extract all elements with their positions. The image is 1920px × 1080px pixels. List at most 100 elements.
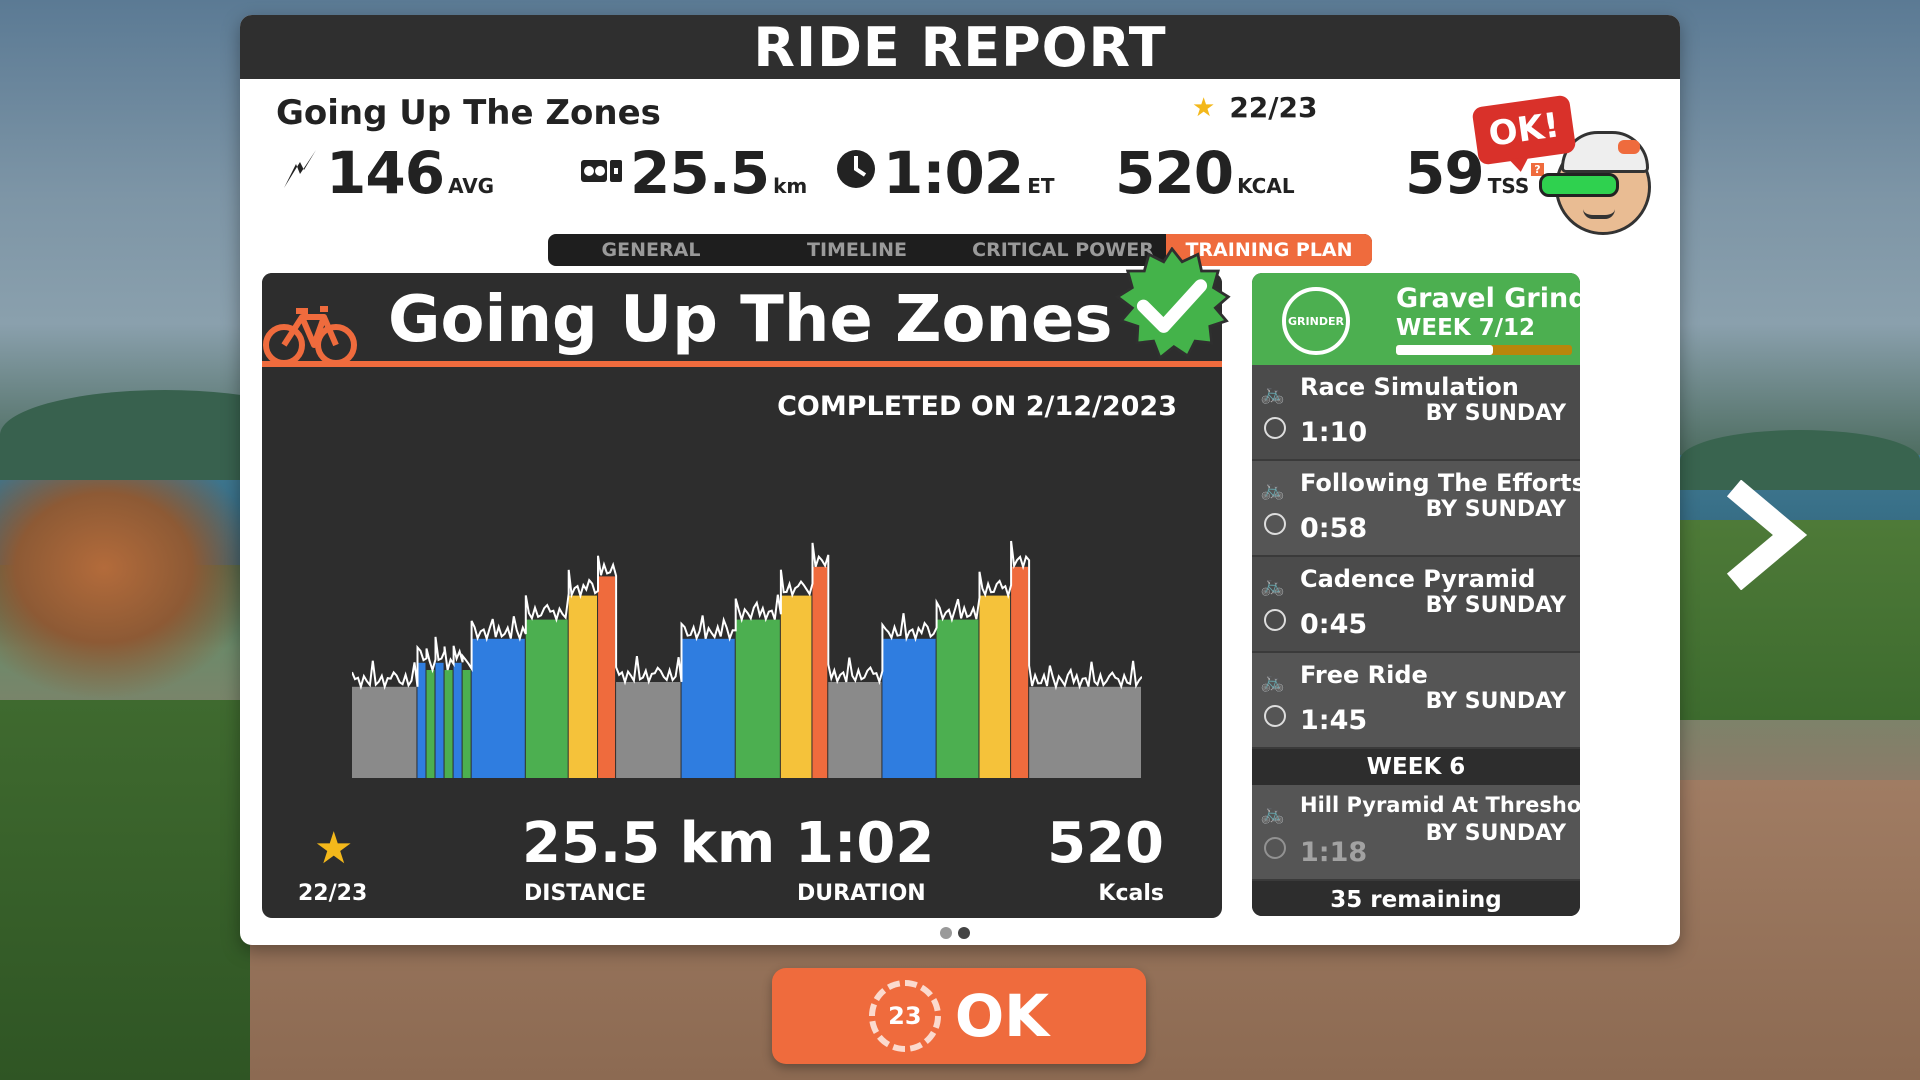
- stat-distance: 25.5 km: [580, 139, 807, 207]
- tss-value: 59: [1405, 139, 1485, 207]
- plan-item-due: BY SUNDAY: [1425, 821, 1566, 846]
- workout-duration-value: 1:02: [795, 811, 935, 876]
- plan-item-time: 0:45: [1300, 609, 1368, 640]
- tab-timeline[interactable]: TIMELINE: [754, 234, 960, 266]
- calories-unit: KCAL: [1237, 174, 1295, 198]
- plan-remaining: 35 remaining: [1252, 884, 1580, 916]
- plan-item[interactable]: 🚲 Free Ride 1:45 BY SUNDAY: [1252, 653, 1580, 749]
- avatar-glasses: [1539, 173, 1619, 197]
- plan-item[interactable]: 🚲 Following The Efforts 0:58 BY SUNDAY: [1252, 461, 1580, 557]
- plan-item-name: Free Ride: [1300, 661, 1428, 689]
- elapsed-unit: ET: [1027, 174, 1055, 198]
- zone-bar-gray: [616, 682, 681, 778]
- ride-summary: Going Up The Zones ★ 22/23 146 AVG 25.5 …: [240, 79, 1680, 274]
- page-dot[interactable]: [940, 927, 952, 939]
- plan-logo: GRINDER: [1282, 287, 1350, 355]
- plan-week-heading: WEEK 6: [1252, 749, 1580, 785]
- power-unit: AVG: [448, 174, 495, 198]
- bike-distance-icon: [580, 151, 624, 195]
- zone-bar-blue: [453, 662, 462, 778]
- plan-item[interactable]: 🚲 Race Simulation 1:10 BY SUNDAY: [1252, 365, 1580, 461]
- completed-check-icon: [1115, 247, 1231, 361]
- plan-progress-fill: [1396, 345, 1493, 355]
- zone-bar-blue: [435, 662, 444, 778]
- plan-item-due: BY SUNDAY: [1425, 593, 1566, 618]
- workout-distance-value: 25.5 km: [522, 811, 776, 876]
- bike-icon: 🚲: [1260, 477, 1285, 501]
- level-badge-icon: 23: [868, 980, 941, 1052]
- report-tabs: GENERAL TIMELINE CRITICAL POWER TRAINING…: [548, 234, 1372, 266]
- plan-item-time: 1:18: [1300, 837, 1368, 868]
- zone-bar-green: [735, 619, 780, 778]
- bike-icon: [262, 303, 358, 371]
- zone-bar-blue: [681, 638, 735, 778]
- zone-bar-orange: [598, 576, 616, 778]
- zone-bar-yellow: [780, 595, 812, 778]
- completed-date: COMPLETED ON 2/12/2023: [777, 391, 1177, 422]
- plan-item-due: BY SUNDAY: [1425, 689, 1566, 714]
- plan-item[interactable]: 🚲 Cadence Pyramid 0:45 BY SUNDAY: [1252, 557, 1580, 653]
- stopwatch-icon: [1264, 417, 1286, 439]
- stars-summary: ★ 22/23: [1192, 91, 1317, 124]
- stopwatch-icon: [1264, 705, 1286, 727]
- distance-unit: km: [773, 174, 808, 198]
- stopwatch-icon: [1264, 513, 1286, 535]
- zone-bar-gray: [352, 686, 417, 778]
- star-icon: ★: [1192, 92, 1216, 123]
- report-title: RIDE REPORT: [753, 15, 1167, 79]
- zone-bar-gray: [1029, 686, 1141, 778]
- plan-item[interactable]: 🚲 Hill Pyramid At Threshold 1:18 BY SUND…: [1252, 785, 1580, 881]
- star-icon: ★: [314, 823, 354, 874]
- zone-bar-green: [462, 670, 471, 778]
- workout-duration-label: DURATION: [797, 881, 926, 906]
- zone-bar-orange: [812, 566, 828, 778]
- avatar-speech-bubble: OK!: [1471, 94, 1577, 166]
- plan-item-time: 1:10: [1300, 417, 1368, 448]
- page-dot-active[interactable]: [958, 927, 970, 939]
- ride-name: Going Up The Zones: [276, 93, 661, 133]
- zone-bar-blue: [417, 662, 426, 778]
- stopwatch-icon: [1264, 837, 1286, 859]
- plan-progress-bar: [1396, 345, 1572, 355]
- workout-calories-label: Kcals: [1098, 881, 1164, 906]
- zone-bar-yellow: [568, 595, 598, 778]
- plan-header[interactable]: GRINDER Gravel Grind... WEEK 7/12: [1252, 273, 1580, 365]
- chevron-right-icon[interactable]: [1720, 480, 1810, 590]
- bike-icon: 🚲: [1260, 573, 1285, 597]
- zone-bar-yellow: [979, 595, 1011, 778]
- clock-icon: [835, 148, 877, 199]
- plan-item-name: Hill Pyramid At Threshold: [1300, 793, 1580, 817]
- workout-card: Going Up The Zones COMPLETED ON 2/12/202…: [262, 273, 1222, 918]
- stat-elapsed: 1:02 ET: [835, 139, 1055, 207]
- power-icon: [280, 148, 320, 199]
- bike-icon: 🚲: [1260, 669, 1285, 693]
- plan-item-name: Race Simulation: [1300, 373, 1519, 401]
- plan-item-name: Following The Efforts: [1300, 469, 1580, 497]
- plan-list: 🚲 Race Simulation 1:10 BY SUNDAY 🚲 Follo…: [1252, 365, 1580, 881]
- plan-item-time: 0:58: [1300, 513, 1368, 544]
- calories-value: 520: [1115, 139, 1234, 207]
- plan-item-due: BY SUNDAY: [1425, 401, 1566, 426]
- page-dots: [940, 927, 970, 939]
- banner-underline: [262, 361, 1222, 367]
- plan-item-time: 1:45: [1300, 705, 1368, 736]
- zone-bar-blue: [471, 638, 525, 778]
- workout-calories-value: 520: [1047, 811, 1164, 876]
- bike-icon: 🚲: [1260, 801, 1285, 825]
- ok-button[interactable]: 23 OK: [772, 968, 1146, 1064]
- workout-stats: ★ 22/23 25.5 km DISTANCE 1:02 DURATION 5…: [262, 803, 1222, 913]
- plan-item-due: BY SUNDAY: [1425, 497, 1566, 522]
- elapsed-value: 1:02: [883, 139, 1024, 207]
- bike-icon: 🚲: [1260, 381, 1285, 405]
- avatar-mouth: [1583, 209, 1615, 219]
- ride-report-panel: RIDE REPORT Going Up The Zones ★ 22/23 1…: [240, 15, 1680, 945]
- training-plan-panel: GRINDER Gravel Grind... WEEK 7/12 🚲 Race…: [1252, 273, 1580, 916]
- power-value: 146: [326, 139, 445, 207]
- zone-bar-blue: [882, 638, 936, 778]
- workout-stars: 22/23: [298, 881, 368, 906]
- stat-calories: 520 KCAL: [1115, 139, 1295, 207]
- tab-general[interactable]: GENERAL: [548, 234, 754, 266]
- plan-title: Gravel Grind...: [1396, 283, 1580, 314]
- report-header: RIDE REPORT: [240, 15, 1680, 79]
- plan-item-name: Cadence Pyramid: [1300, 565, 1536, 593]
